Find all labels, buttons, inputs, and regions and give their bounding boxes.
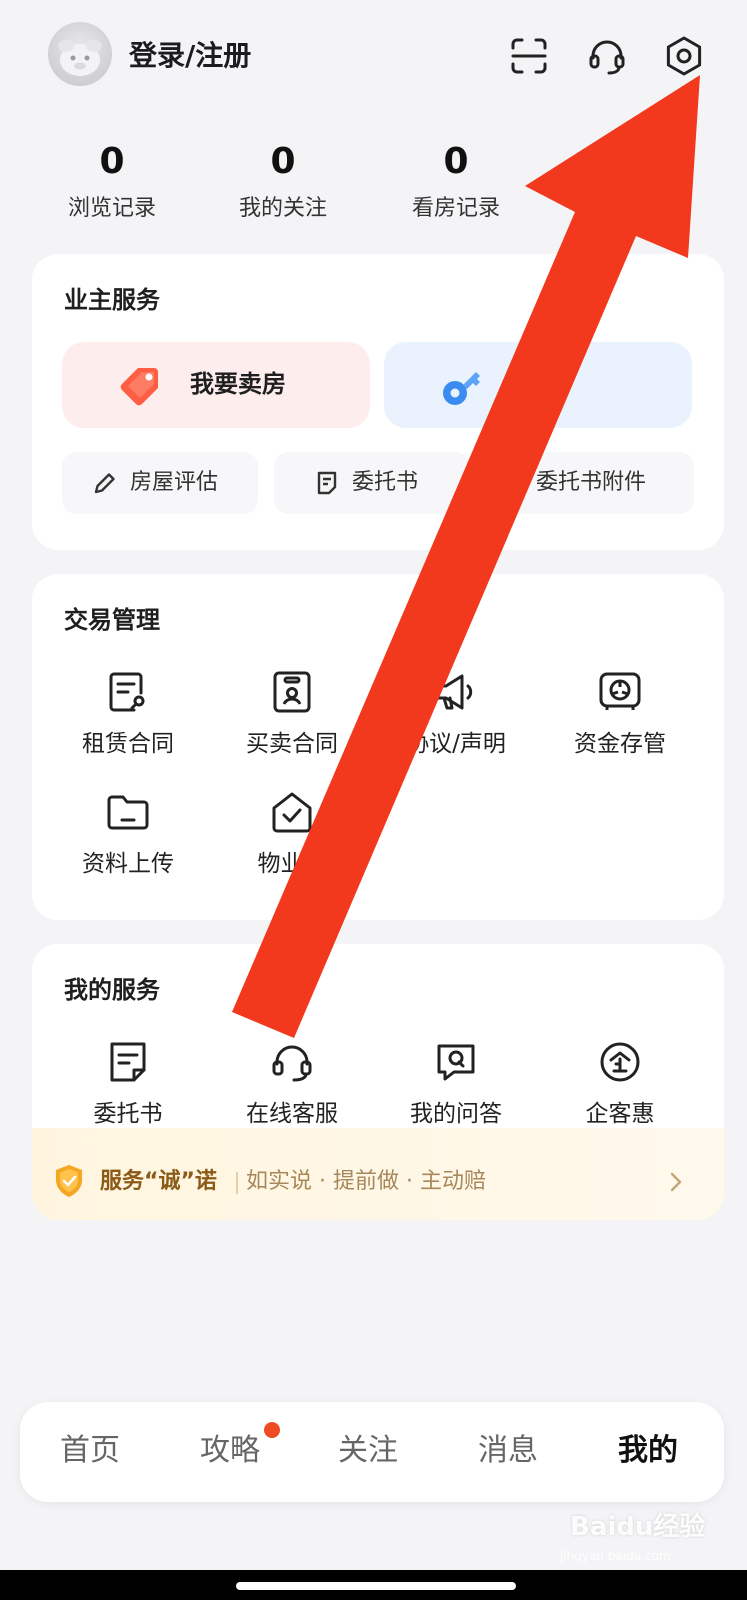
sell-house-button[interactable]: 我要卖房 [62,342,370,428]
safe-icon [599,672,641,710]
my-qa-label: 我的问答 [410,1101,502,1127]
watermark-url: jingyan.baidu.com [560,1549,671,1563]
property-handover-item[interactable]: 物业交 [210,788,374,880]
enterprise-icon [600,1042,640,1082]
document-upload-label: 资料上传 [82,851,174,877]
tab-messages[interactable]: 消息 [458,1430,558,1472]
commission-doc-icon [110,1042,146,1082]
login-register-link[interactable]: 登录/注册 [129,36,251,76]
my-commission-item[interactable]: 委托书 [46,1038,210,1130]
fund-custody-label: 资金存管 [574,731,666,757]
trade-management-card: 交易管理 租赁合同 买卖合同 协议/声明 资金存管 资料上传 物业交 [32,574,724,920]
avatar[interactable] [48,22,112,86]
stat-viewing-history[interactable]: 0 看房记录 [376,140,536,224]
home-indicator[interactable] [236,1582,516,1590]
headset-icon[interactable] [585,34,629,78]
agreement-statement-label: 协议/声明 [406,731,506,757]
tab-mine[interactable]: 我的 [598,1430,698,1472]
tab-follow[interactable]: 关注 [318,1430,418,1472]
promise-title: 服务“诚”诺 [100,1169,217,1194]
sell-house-label: 我要卖房 [190,370,286,398]
my-commission-label: 委托书 [93,1101,163,1127]
owner-services-card: 业主服务 我要卖房 出租 房屋评估 委托书 委托书附件 [32,254,724,550]
key-icon [443,372,480,405]
settings-icon[interactable] [662,34,706,78]
tab-guide[interactable]: 攻略 [180,1430,280,1472]
stat-value: 0 [99,141,125,182]
owner-services-title: 业主服务 [64,286,160,314]
customer-service-icon [272,1045,312,1082]
rent-out-label: 出租 [512,370,560,398]
fund-custody-item[interactable]: 资金存管 [538,668,702,760]
bottom-tab-bar: 首页 攻略 关注 消息 我的 [20,1402,724,1502]
sale-contract-icon [273,671,311,713]
stat-browse-history[interactable]: 0 浏览记录 [32,140,192,224]
house-evaluate-label: 房屋评估 [130,470,219,495]
document-upload-item[interactable]: 资料上传 [46,788,210,880]
rent-out-button[interactable]: 出租 [384,342,692,428]
stat-label: 看房记录 [411,196,500,221]
price-tag-icon [120,368,158,406]
scan-icon[interactable] [507,34,551,78]
stat-label: 我的关注 [238,196,327,221]
commission-attachment-button[interactable]: 委托书附件 [486,452,694,514]
commission-button[interactable]: 委托书 [274,452,470,514]
stat-label: 浏览记录 [67,196,156,221]
notification-dot [264,1422,280,1438]
property-handover-label: 物业交 [257,851,327,877]
online-service-item[interactable]: 在线客服 [210,1038,374,1130]
house-check-icon [272,792,312,833]
folder-icon [107,795,149,830]
pencil-icon [94,473,115,494]
enterprise-benefit-item[interactable]: 企客惠 [538,1038,702,1130]
baidu-watermark: Baidu经验 [570,1512,706,1542]
house-evaluate-button[interactable]: 房屋评估 [62,452,258,514]
sale-contract-item[interactable]: 买卖合同 [210,668,374,760]
paperclip-icon [505,471,526,492]
question-bubble-icon [437,1044,475,1081]
my-services-title: 我的服务 [64,976,160,1004]
chevron-right-icon [670,1172,682,1192]
sale-contract-label: 买卖合同 [246,731,338,757]
megaphone-icon [436,674,473,710]
commission-label: 委托书 [352,470,419,495]
stat-value: 0 [270,141,296,182]
agreement-statement-item[interactable]: 协议/声明 [374,668,538,760]
promise-divider [236,1172,238,1194]
stat-my-follows[interactable]: 0 我的关注 [203,140,363,224]
tab-home[interactable]: 首页 [40,1430,140,1472]
document-icon [317,471,337,495]
enterprise-benefit-label: 企客惠 [585,1101,655,1127]
service-promise-banner[interactable]: 服务“诚”诺 如实说 · 提前做 · 主动赔 [32,1128,724,1220]
my-qa-item[interactable]: 我的问答 [374,1038,538,1130]
promise-description: 如实说 · 提前做 · 主动赔 [246,1169,486,1194]
lease-contract-item[interactable]: 租赁合同 [46,668,210,760]
trade-management-title: 交易管理 [64,606,160,634]
shield-icon [56,1165,82,1197]
stat-value: 0 [443,141,469,182]
lease-contract-icon [109,672,145,712]
lease-contract-label: 租赁合同 [82,731,174,757]
online-service-label: 在线客服 [246,1101,338,1127]
commission-attachment-label: 委托书附件 [536,470,647,495]
